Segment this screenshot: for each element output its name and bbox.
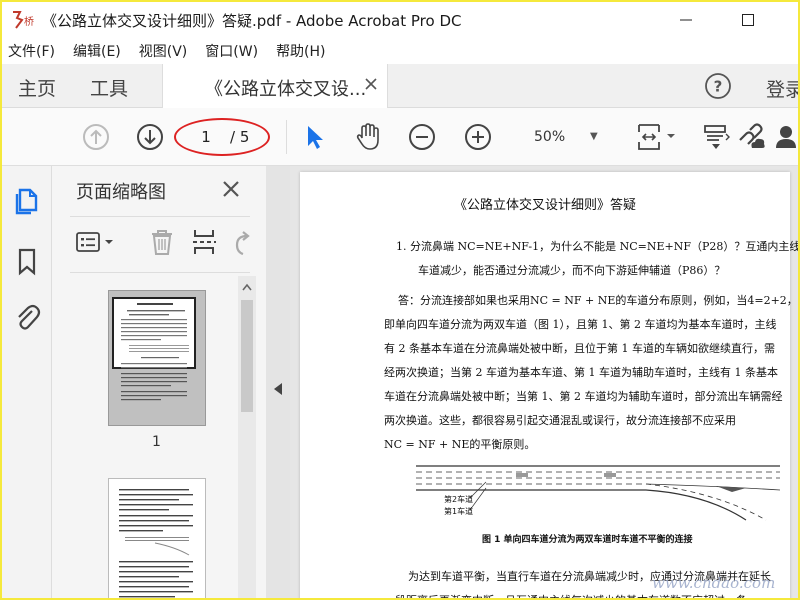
tab-tools[interactable]: 工具 [90,74,128,101]
document-viewer: 《公路立体交叉设计细则》答疑 1. 分流鼻端 NC=NE+NF-1，为什么不能是… [290,166,798,598]
menu-window[interactable]: 窗口(W) [205,41,258,61]
page-number-input[interactable]: 1 [186,125,226,149]
close-panel-icon[interactable] [220,178,242,200]
figure-caption: 图 1 单向四车道分流为两双车道时车道不平衡的连接 [482,535,693,545]
thumbnails-panel-title: 页面缩略图 [76,182,166,203]
maximize-icon [742,14,754,26]
minimize-button[interactable] [666,8,706,32]
answer-text-line: NC = NF + NE的平衡原则。 [384,438,536,451]
lane-label: 第2车道 [444,495,474,504]
panel-splitter[interactable] [266,166,290,598]
maximize-button[interactable] [728,8,768,32]
toolbar: 1 / 5 50% ▼ [2,108,798,166]
tab-home[interactable]: 主页 [18,74,56,101]
page-thumbnails-icon[interactable] [12,186,42,216]
zoom-level-value: 50% [534,129,566,145]
thumbnail-page-1[interactable] [108,290,206,426]
tab-document-label: 《公路立体交叉设... [205,79,367,100]
title-bar: 桥 《公路立体交叉设计细则》答疑.pdf - Adobe Acrobat Pro… [2,2,798,38]
thumbnail-page-number: 1 [152,434,161,450]
page-display-button[interactable] [634,121,678,153]
navigation-rail [2,166,52,598]
thumbnail-page-content [121,303,189,401]
thumbnails-scrollbar[interactable] [238,276,256,598]
zoom-out-icon [409,124,435,150]
scroll-mode-icon [704,125,730,149]
page-fit-icon [638,124,675,150]
menu-file[interactable]: 文件(F) [8,41,55,61]
chevron-down-icon: ▼ [590,131,598,142]
scroll-up-button[interactable] [238,278,256,296]
scrollbar-thumb[interactable] [241,300,253,412]
close-tab-icon[interactable] [361,74,381,94]
zoom-in-icon [465,124,491,150]
zoom-out-button[interactable] [406,121,438,153]
hand-icon [356,123,379,150]
svg-text:桥: 桥 [24,16,34,28]
site-watermark: www.cndao.com [652,574,776,592]
trash-icon [152,230,172,255]
page-break-icon [193,230,216,254]
arrow-down-circle-icon [137,124,163,150]
rotate-icon [235,231,250,256]
thumbnail-toolbar [70,224,260,260]
share-link-button[interactable] [734,121,766,153]
hand-tool-button[interactable] [352,121,384,153]
chevron-up-icon [242,283,252,291]
menu-help[interactable]: 帮助(H) [276,41,325,61]
document-title: 《公路立体交叉设计细则》答疑 [453,198,636,213]
answer-text-line: 有 2 条基本车道在分流鼻端处被中断，且位于第 1 车道的车辆如欲继续直行，需 [384,342,775,355]
paragraph-text-line: 一段距离后再渐变中断，且互通内主线每次减少的基本车道数不应超过一条。 [384,592,758,598]
collapse-panel-arrow-icon[interactable] [272,382,284,396]
thumbnail-page-2[interactable] [108,478,206,598]
attachment-icon[interactable] [12,302,42,332]
thumbnail-options-button[interactable] [74,228,120,256]
lane-label: 第1车道 [444,507,474,516]
delete-page-button[interactable] [148,228,176,256]
panel-divider [70,216,250,217]
options-menu-icon [76,232,113,252]
toolbar-divider [286,120,287,154]
link-cloud-icon [739,123,765,148]
bookmark-icon[interactable] [12,246,42,276]
prev-page-button[interactable] [80,121,112,153]
window-title: 《公路立体交叉设计细则》答疑.pdf - Adobe Acrobat Pro D… [42,12,462,30]
svg-text:?: ? [714,78,723,96]
share-user-button[interactable] [772,121,798,153]
arrow-up-circle-icon [83,124,109,150]
panel-divider [70,272,250,273]
rotate-page-button[interactable] [230,228,254,256]
pdf-page: 《公路立体交叉设计细则》答疑 1. 分流鼻端 NC=NE+NF-1，为什么不能是… [300,172,798,598]
tab-document[interactable]: 《公路立体交叉设... [162,64,388,108]
answer-text-line: 经两次换道；当第 2 车道为基本车道、第 1 车道为辅助车道时，主线有 1 条基… [384,366,778,379]
menu-edit[interactable]: 编辑(E) [73,41,121,61]
answer-text-line: 两次换道。这些，都很容易引起交通混乱或误行，故分流连接部不应采用 [384,414,736,427]
question-text-line: 车道减少，能否通过分流减少，而不向下游延伸辅道（P86）？ [418,264,726,277]
question-text-line: 1. 分流鼻端 NC=NE+NF-1，为什么不能是 NC=NE+NF（P28）？… [396,240,800,253]
minimize-icon [680,19,692,21]
zoom-in-button[interactable] [462,121,494,153]
tab-row: 主页 工具 《公路立体交叉设... ? 登录 [2,64,798,108]
help-icon[interactable]: ? [704,72,732,100]
app-window: 桥 《公路立体交叉设计细则》答疑.pdf - Adobe Acrobat Pro… [0,0,800,600]
cursor-arrow-icon [308,126,323,149]
answer-text-line: 答：分流连接部如果也采用NC = NF + NE的车道分布原则，例如，当4=2+… [398,294,798,307]
answer-text-line: 即单向四车道分流为两双车道（图 1），且第 1、第 2 车道均为基本车道时，主线 [384,318,777,331]
zoom-level-select[interactable]: 50% ▼ [518,124,606,150]
login-button[interactable]: 登录 [766,75,798,102]
page-total-label: / 5 [230,128,250,146]
answer-text-line: 车道在分流鼻端处被中断；当第 1、第 2 车道均为辅助车道时，部分流出车辆需经 [384,390,783,403]
next-page-button[interactable] [134,121,166,153]
app-logo-icon: 桥 [11,9,37,31]
select-tool-button[interactable] [298,121,330,153]
scroll-mode-button[interactable] [700,121,732,153]
extract-pages-button[interactable] [190,228,218,256]
thumbnail-page-content [119,489,193,598]
menu-bar: 文件(F) 编辑(E) 视图(V) 窗口(W) 帮助(H) [2,38,798,64]
thumbnails-panel: 页面缩略图 1 [52,166,266,598]
menu-view[interactable]: 视图(V) [139,41,188,61]
user-icon [776,126,796,148]
